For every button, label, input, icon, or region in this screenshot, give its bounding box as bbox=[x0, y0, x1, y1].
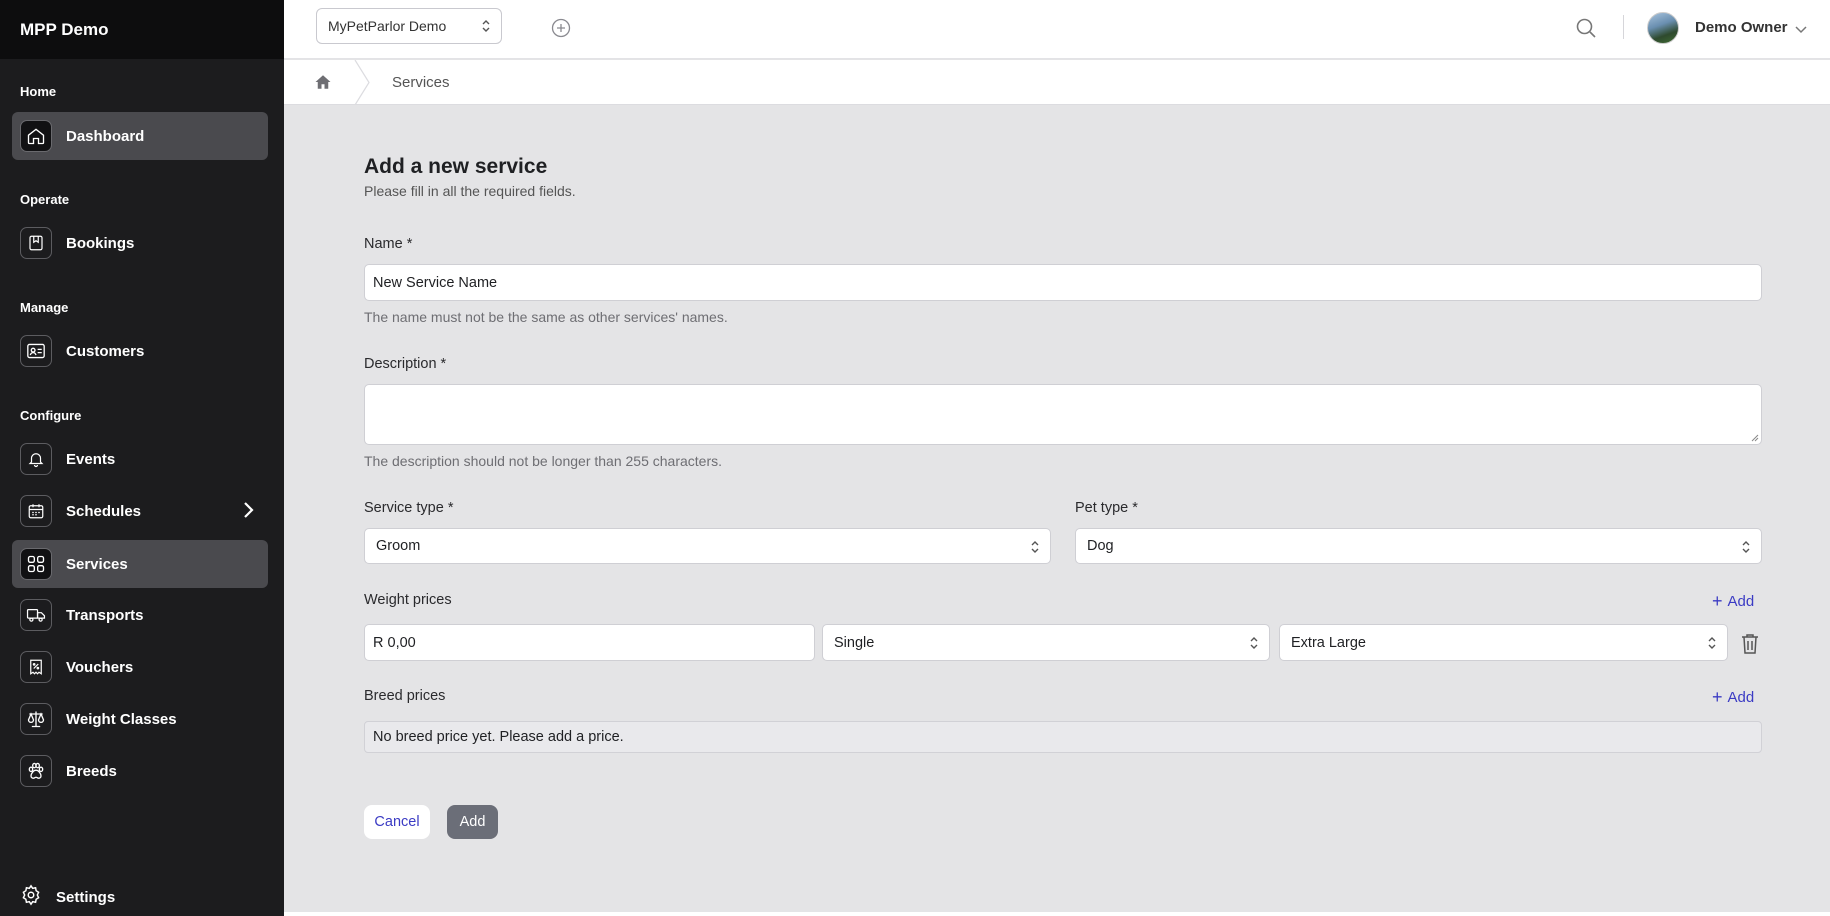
sidebar-item-label: Breeds bbox=[66, 762, 117, 780]
user-menu-name[interactable]: Demo Owner bbox=[1695, 19, 1788, 36]
service-type-select[interactable]: Groom bbox=[364, 528, 1051, 564]
weight-price-input[interactable] bbox=[364, 624, 815, 661]
description-textarea[interactable] bbox=[364, 384, 1762, 445]
sidebar-section-configure: Configure bbox=[20, 408, 82, 423]
sidebar-item-schedules[interactable]: Schedules bbox=[12, 487, 268, 535]
home-icon bbox=[20, 120, 52, 152]
sidebar-item-weight-classes[interactable]: Weight Classes bbox=[12, 695, 268, 743]
add-service-form: Add a new service Please fill in all the… bbox=[284, 105, 1830, 916]
description-label: Description * bbox=[364, 356, 447, 372]
breadcrumb-current: Services bbox=[392, 74, 450, 91]
sidebar-item-vouchers[interactable]: Vouchers bbox=[12, 643, 268, 691]
service-type-label: Service type * bbox=[364, 500, 454, 516]
sidebar-section-operate: Operate bbox=[20, 192, 70, 207]
gear-icon bbox=[20, 884, 42, 911]
sidebar-item-customers[interactable]: Customers bbox=[12, 327, 268, 375]
breed-prices-empty: No breed price yet. Please add a price. bbox=[364, 721, 1762, 753]
bookmark-book-icon bbox=[20, 227, 52, 259]
pet-type-select[interactable]: Dog bbox=[1075, 528, 1762, 564]
bell-icon bbox=[20, 443, 52, 475]
name-hint: The name must not be the same as other s… bbox=[364, 309, 728, 325]
home-icon[interactable] bbox=[314, 73, 332, 96]
sidebar-item-transports[interactable]: Transports bbox=[12, 591, 268, 639]
sidebar-item-label: Bookings bbox=[66, 234, 135, 252]
name-label: Name * bbox=[364, 236, 413, 252]
add-breed-price-label: Add bbox=[1727, 688, 1755, 706]
weight-prices-label: Weight prices bbox=[364, 592, 452, 608]
service-type-value: Groom bbox=[376, 538, 421, 554]
sidebar-item-label: Weight Classes bbox=[66, 710, 177, 728]
id-card-icon bbox=[20, 335, 52, 367]
sidebar-section-home: Home bbox=[20, 84, 57, 99]
sidebar-item-label: Transports bbox=[66, 606, 144, 624]
page-subtitle: Please fill in all the required fields. bbox=[364, 183, 576, 199]
chevron-up-down-icon bbox=[1249, 635, 1259, 655]
sidebar-item-label: Services bbox=[66, 555, 128, 573]
sidebar-item-label: Events bbox=[66, 450, 116, 468]
weight-price-mode-value: Single bbox=[834, 634, 875, 651]
add-circle-icon[interactable] bbox=[551, 18, 571, 43]
paw-icon bbox=[20, 755, 52, 787]
pet-type-value: Dog bbox=[1087, 538, 1114, 554]
sidebar-item-label: Vouchers bbox=[66, 658, 134, 676]
trash-icon[interactable] bbox=[1741, 633, 1759, 660]
truck-icon bbox=[20, 599, 52, 631]
plus-icon: + bbox=[1712, 687, 1723, 707]
chevron-up-down-icon bbox=[1707, 635, 1717, 655]
add-weight-price-label: Add bbox=[1727, 592, 1755, 610]
sidebar-item-label: Customers bbox=[66, 342, 145, 360]
top-bar: MyPetParlor Demo Demo Owner bbox=[284, 0, 1830, 59]
app-title: MPP Demo bbox=[0, 0, 284, 59]
sidebar-item-label: Dashboard bbox=[66, 127, 145, 145]
search-icon[interactable] bbox=[1574, 16, 1598, 45]
sidebar: MPP Demo Home Dashboard Operate Bookings… bbox=[0, 0, 284, 916]
weight-class-value: Extra Large bbox=[1291, 634, 1366, 651]
sidebar-item-label: Settings bbox=[56, 889, 116, 906]
add-weight-price-button[interactable]: + Add bbox=[1712, 592, 1754, 610]
voucher-icon bbox=[20, 651, 52, 683]
breadcrumb-separator bbox=[354, 59, 370, 110]
calendar-icon bbox=[20, 495, 52, 527]
name-input[interactable] bbox=[364, 264, 1762, 301]
chevron-up-down-icon bbox=[1741, 539, 1751, 559]
description-hint: The description should not be longer tha… bbox=[364, 453, 723, 469]
sidebar-item-label: Schedules bbox=[66, 502, 142, 520]
organization-select[interactable]: MyPetParlor Demo bbox=[316, 8, 502, 44]
plus-icon: + bbox=[1712, 591, 1723, 611]
breadcrumb: Services bbox=[284, 59, 1830, 106]
chevron-up-down-icon bbox=[1030, 539, 1040, 559]
chevron-down-icon[interactable] bbox=[1794, 22, 1808, 40]
weight-class-select[interactable]: Extra Large bbox=[1279, 624, 1728, 661]
sidebar-item-events[interactable]: Events bbox=[12, 435, 268, 483]
sidebar-item-settings[interactable]: Settings bbox=[20, 884, 115, 911]
grid-icon bbox=[20, 548, 52, 580]
weight-price-mode-select[interactable]: Single bbox=[822, 624, 1270, 661]
organization-select-value: MyPetParlor Demo bbox=[328, 18, 447, 34]
chevron-right-icon bbox=[242, 501, 254, 524]
chevron-up-down-icon bbox=[481, 18, 491, 37]
sidebar-item-bookings[interactable]: Bookings bbox=[12, 219, 268, 267]
pet-type-label: Pet type * bbox=[1075, 500, 1138, 516]
sidebar-item-breeds[interactable]: Breeds bbox=[12, 747, 268, 795]
page-title: Add a new service bbox=[364, 155, 548, 178]
add-breed-price-button[interactable]: + Add bbox=[1712, 688, 1754, 706]
avatar[interactable] bbox=[1647, 12, 1679, 44]
scale-icon bbox=[20, 703, 52, 735]
add-service-button[interactable]: Add bbox=[447, 805, 498, 839]
sidebar-item-dashboard[interactable]: Dashboard bbox=[12, 112, 268, 160]
bottom-edge bbox=[284, 912, 1830, 916]
breed-prices-empty-text: No breed price yet. Please add a price. bbox=[373, 729, 624, 745]
breed-prices-label: Breed prices bbox=[364, 688, 446, 704]
divider bbox=[1623, 15, 1624, 39]
sidebar-section-manage: Manage bbox=[20, 300, 69, 315]
cancel-button[interactable]: Cancel bbox=[364, 805, 430, 839]
sidebar-item-services[interactable]: Services bbox=[12, 540, 268, 588]
